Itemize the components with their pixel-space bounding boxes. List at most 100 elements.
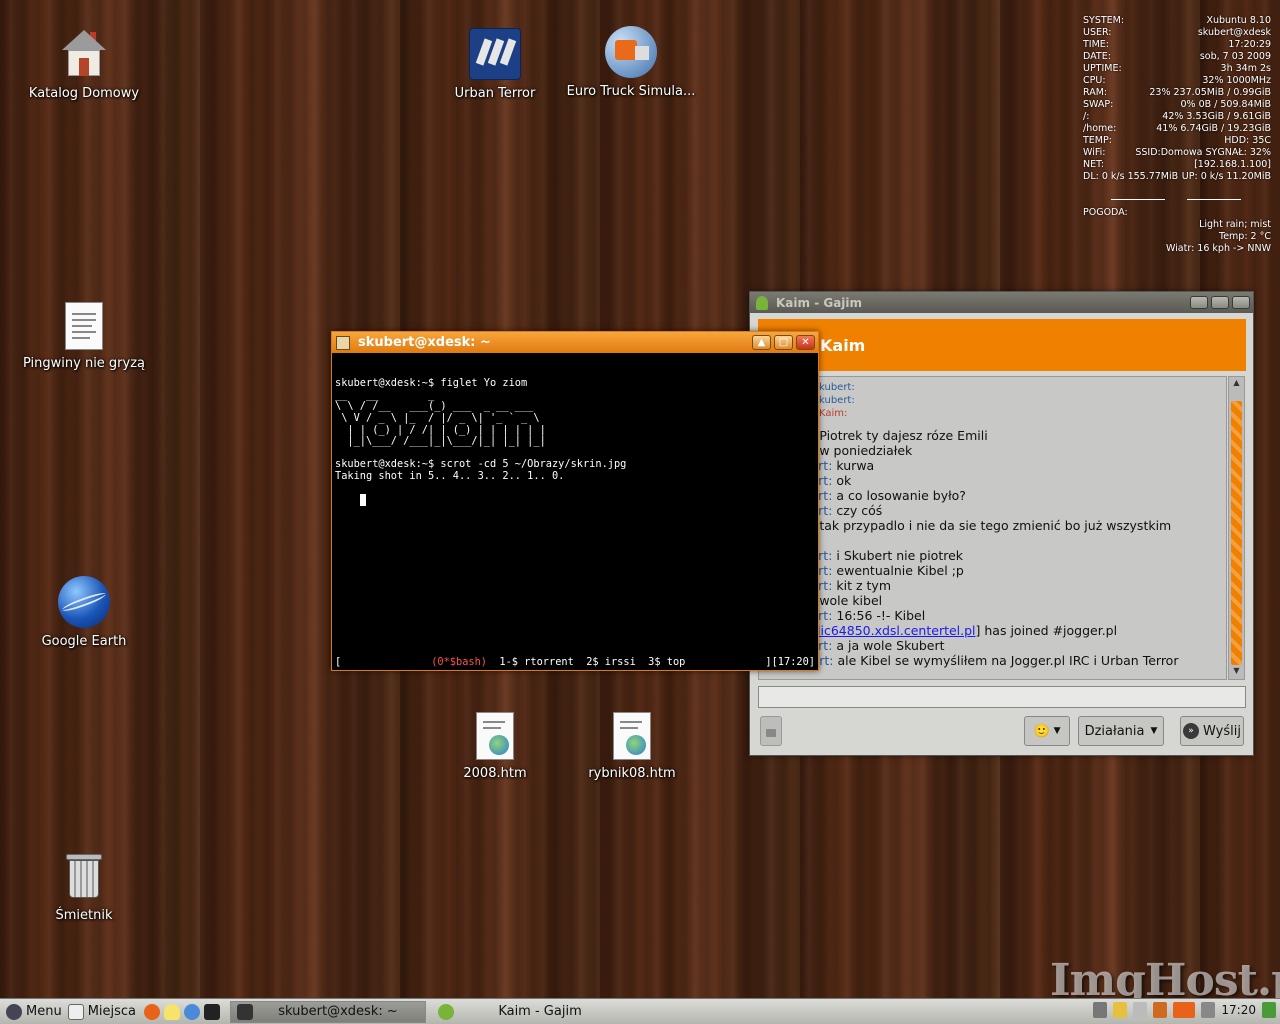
conky-row: CPU: 32% 1000MHz [1083,75,1271,87]
message-text: ] has joined #jogger.pl [975,623,1118,638]
xfce-mouse-icon [6,1003,22,1020]
chat-message: 2] Skubert: a co losowanie było? [759,488,1222,503]
shade-button[interactable]: ▲ [752,335,771,350]
conversation-view[interactable]: kubert: kubert: Kaim: 3] Kaim: Piotrek t… [758,376,1227,680]
desktop-icon-euro-truck[interactable]: Euro Truck Simula... [556,26,706,99]
conky-key: SWAP: [1083,99,1114,110]
network-signal-icon[interactable] [1093,1002,1108,1018]
html-document-icon [476,712,514,760]
menu-button[interactable]: Menu [6,1003,62,1020]
weather-line: Temp: 2 °C [1219,231,1271,242]
minimize-button[interactable] [1190,296,1208,309]
chat-message: 4] Skubert: ewentualnie Kibel ;p [759,563,1222,578]
desktop-icon-label: Google Earth [41,634,127,649]
conky-row: UPTIME: 3h 34m 2s [1083,63,1271,75]
text-cursor [359,494,366,507]
terminal-line: \ V / _ \ |_ / |/ _ \| '_ ` _ \ [335,411,540,424]
terminal-output[interactable]: skubert@xdesk:~$ figlet Yo ziom __ __ _ \ … [332,353,818,650]
scroll-up-icon[interactable]: ▲ [1231,378,1242,390]
battery-icon[interactable] [1201,1002,1216,1018]
message-text: ok [836,473,852,488]
conky-value: [192.168.1.100] [1194,159,1271,170]
desktop-icon-smietnik[interactable]: Śmietnik [9,850,159,923]
terminal-window[interactable]: skubert@xdesk: ~ ▲ □ ✕ skubert@xdesk:~$ … [331,331,819,671]
terminal-task-icon [237,1003,254,1020]
close-button[interactable]: ✕ [796,335,815,350]
chat-message: 4] Skubert: kit z tym [759,578,1222,593]
conky-key: NET: [1083,159,1105,170]
chat-message: 5] Kaim: w poniedziałek [759,443,1222,458]
volume-icon[interactable] [1153,1002,1168,1018]
media-player-launcher-icon[interactable] [184,1003,201,1020]
send-icon: » [1183,723,1200,739]
clock[interactable]: 17:20 [1221,1003,1256,1017]
chat-message: 3] Skubert: 16:56 -!- Kibel [759,608,1222,623]
conky-value: 42% 3.53GiB / 9.61GiB [1162,111,1271,122]
chat-message: 2] Kaim: tak przypadlo i nie da sie tego… [759,518,1222,533]
status-left: [ [335,656,342,668]
network-graphs [1083,183,1271,207]
firefox-launcher-icon[interactable] [144,1003,161,1020]
chat-header-line: kubert: [819,395,855,406]
conky-key: UPTIME: [1083,63,1122,74]
html-document-icon [613,712,651,760]
terminal-launcher-icon[interactable] [204,1003,221,1020]
conky-key: /: [1083,111,1090,122]
places-button[interactable]: Miejsca [67,1003,137,1020]
close-button[interactable] [1232,296,1250,309]
notification-icon[interactable] [1113,1002,1128,1018]
chat-message: 0] Skubert: kurwa [759,458,1222,473]
desktop-icon-2008-htm[interactable]: 2008.htm [420,712,570,781]
message-text: czy cóś [836,503,883,518]
conky-value: sob, 7 03 2009 [1199,51,1271,62]
status-time: ][17:20] [765,656,815,668]
conky-row: DL: 0 k/s 155.77MiB UP: 0 k/s 11.20MiB [1083,171,1271,183]
conky-key: USER: [1083,27,1112,38]
menu-label: Menu [26,1004,62,1019]
chevron-down-icon: ▼ [1053,726,1061,736]
message-text: ale Kibel se wymyśliłem na Jogger.pl IRC… [837,653,1179,668]
taskbar-item-terminal[interactable]: skubert@xdesk: ~ [230,1000,427,1023]
desktop-icon-katalog-domowy[interactable]: Katalog Domowy [9,28,159,101]
desktop-icon-google-earth[interactable]: Google Earth [9,576,159,649]
status-windows: 1-$ rtorrent 2$ irssi 3$ top [487,656,686,668]
tray-orange-icon[interactable] [1173,1002,1196,1018]
chat-message: 4] Skubert: ok [759,473,1222,488]
idea-launcher-icon[interactable] [164,1003,181,1020]
scrollbar-thumb[interactable] [1231,401,1242,665]
scroll-down-icon[interactable]: ▼ [1231,666,1242,678]
gajim-titlebar[interactable]: Kaim - Gajim [750,292,1253,313]
desktop-icon-label: rybnik08.htm [588,766,676,781]
maximize-button[interactable] [1211,296,1229,309]
window-title: Kaim - Gajim [776,295,863,310]
terminal-titlebar[interactable]: skubert@xdesk: ~ ▲ □ ✕ [332,332,818,353]
desktop-icon-rybnik08-htm[interactable]: rybnik08.htm [557,712,707,781]
message-text: a co losowanie było? [836,488,966,503]
message-text: i Skubert nie piotrek [836,548,964,563]
encryption-lock-button[interactable] [760,716,782,746]
actions-button[interactable]: Działania ▼ [1078,716,1164,746]
recycle-icon[interactable] [1262,1002,1276,1018]
gajim-chat-window[interactable]: Kaim - Gajim Kaim kubert: kubert: Kaim: … [749,291,1254,756]
message-input[interactable] [758,686,1246,708]
desktop-icon-urban-terror[interactable]: Urban Terror [420,28,570,101]
maximize-button[interactable]: □ [774,335,793,350]
send-button[interactable]: » Wyślij [1180,716,1244,746]
desktop-icon-label: Śmietnik [55,908,113,923]
taskbar-item-gajim[interactable]: Kaim - Gajim [432,1001,628,1023]
chat-header-line: kubert: [819,382,855,393]
emoticons-button[interactable]: 🙂 ▼ [1024,716,1070,746]
message-text: a ja wole Skubert [836,638,945,653]
conky-row: SYSTEM: Xubuntu 8.10 [1083,15,1271,27]
message-text: w poniedziałek [819,443,913,458]
chat-message: 7] Skubert: a ja wole Skubert [759,638,1222,653]
weather-line: Light rain; mist [1199,219,1271,230]
conversation-scrollbar[interactable]: ▲ ▼ [1228,376,1245,680]
places-label: Miejsca [87,1004,137,1019]
conky-value: 3h 34m 2s [1220,63,1271,74]
contact-name: Kaim [820,336,866,355]
tray-app-icon[interactable] [1133,1002,1148,1018]
desktop-icon-pingwiny[interactable]: Pingwiny nie gryzą [9,302,159,371]
message-text: ewentualnie Kibel ;p [836,563,964,578]
contact-banner: Kaim [758,319,1246,371]
